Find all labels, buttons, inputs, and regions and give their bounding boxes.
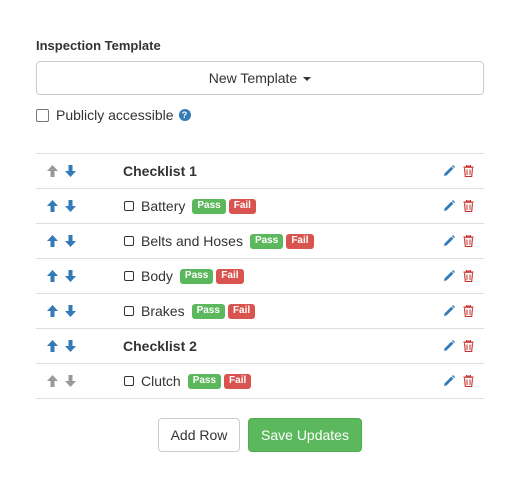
public-access-label: Publicly accessible: [56, 107, 174, 123]
row-actions: [443, 364, 474, 398]
item-checkbox-icon: [124, 201, 134, 211]
checklist-row: Checklist 1: [36, 154, 484, 189]
move-up-icon[interactable]: [46, 199, 59, 213]
pass-badge: Pass: [179, 268, 214, 284]
fail-badge: Fail: [227, 303, 256, 319]
item-checkbox-icon: [124, 271, 134, 281]
pass-badge: Pass: [192, 198, 226, 214]
row-content: Checklist 1: [123, 154, 197, 188]
row-content: Body Pass Fail: [123, 259, 247, 293]
reorder-controls: [46, 259, 77, 293]
move-down-icon[interactable]: [64, 339, 77, 353]
move-up-icon[interactable]: [46, 339, 59, 353]
row-content: Checklist 2: [123, 329, 197, 363]
row-actions: [443, 224, 474, 258]
fail-badge: Fail: [286, 233, 314, 249]
edit-pencil-icon[interactable]: [443, 305, 455, 317]
edit-pencil-icon[interactable]: [443, 165, 455, 177]
checklist-title: Checklist 2: [123, 338, 197, 354]
delete-trash-icon[interactable]: [463, 375, 474, 387]
move-down-icon[interactable]: [64, 199, 77, 213]
template-dropdown-label: New Template: [208, 70, 298, 86]
row-content: Battery Pass Fail: [123, 189, 259, 223]
save-updates-button[interactable]: Save Updates: [248, 418, 362, 452]
edit-pencil-icon[interactable]: [443, 375, 455, 387]
template-dropdown-button[interactable]: New Template: [36, 61, 484, 95]
item-checkbox-icon: [124, 236, 134, 246]
move-up-icon[interactable]: [46, 304, 59, 318]
row-actions: [443, 294, 474, 328]
row-actions: [443, 154, 474, 188]
move-up-icon: [46, 164, 59, 178]
delete-trash-icon[interactable]: [463, 235, 474, 247]
delete-trash-icon[interactable]: [463, 200, 474, 212]
reorder-controls: [46, 329, 77, 363]
pass-badge: Pass: [187, 373, 222, 389]
item-checkbox-icon: [124, 376, 134, 386]
pass-badge: Pass: [249, 233, 284, 249]
add-row-button[interactable]: Add Row: [158, 418, 240, 452]
item-label: Clutch: [141, 373, 181, 389]
edit-pencil-icon[interactable]: [443, 200, 455, 212]
fail-badge: Fail: [216, 268, 244, 284]
public-access-checkbox[interactable]: [36, 108, 49, 122]
item-label: Battery: [141, 198, 186, 214]
move-down-icon[interactable]: [64, 234, 77, 248]
pass-badge: Pass: [191, 303, 225, 319]
item-row: Belts and Hoses Pass Fail: [36, 224, 484, 259]
move-up-icon[interactable]: [46, 234, 59, 248]
edit-pencil-icon[interactable]: [443, 235, 455, 247]
move-down-icon: [64, 374, 77, 388]
move-down-icon[interactable]: [64, 304, 77, 318]
row-actions: [443, 329, 474, 363]
row-content: Belts and Hoses Pass Fail: [123, 224, 317, 258]
move-down-icon[interactable]: [64, 164, 77, 178]
delete-trash-icon[interactable]: [463, 340, 474, 352]
public-access-row: Publicly accessible ?: [36, 107, 191, 123]
item-row: Battery Pass Fail: [36, 189, 484, 224]
item-label: Belts and Hoses: [141, 233, 243, 249]
checklist-row: Checklist 2: [36, 329, 484, 364]
move-up-icon: [46, 374, 59, 388]
fail-badge: Fail: [228, 198, 256, 214]
move-down-icon[interactable]: [64, 269, 77, 283]
row-actions: [443, 259, 474, 293]
delete-trash-icon[interactable]: [463, 305, 474, 317]
item-row: Clutch Pass Fail: [36, 364, 484, 399]
caret-down-icon: [303, 76, 312, 81]
row-actions: [443, 189, 474, 223]
checklist-table: Checklist 1 Battery Pass Fail Belts and Hose…: [36, 153, 484, 399]
move-up-icon[interactable]: [46, 269, 59, 283]
edit-pencil-icon[interactable]: [443, 340, 455, 352]
item-row: Brakes Pass Fail: [36, 294, 484, 329]
reorder-controls: [46, 364, 77, 398]
item-checkbox-icon: [124, 306, 134, 316]
item-label: Body: [141, 268, 173, 284]
section-label: Inspection Template: [36, 38, 161, 53]
row-content: Brakes Pass Fail: [123, 294, 258, 328]
reorder-controls: [46, 154, 77, 188]
row-content: Clutch Pass Fail: [123, 364, 254, 398]
delete-trash-icon[interactable]: [463, 270, 474, 282]
fail-badge: Fail: [224, 373, 252, 389]
question-circle-icon[interactable]: ?: [178, 109, 191, 121]
item-row: Body Pass Fail: [36, 259, 484, 294]
delete-trash-icon[interactable]: [463, 165, 474, 177]
edit-pencil-icon[interactable]: [443, 270, 455, 282]
reorder-controls: [46, 189, 77, 223]
item-label: Brakes: [141, 303, 185, 319]
reorder-controls: [46, 224, 77, 258]
reorder-controls: [46, 294, 77, 328]
checklist-title: Checklist 1: [123, 163, 197, 179]
